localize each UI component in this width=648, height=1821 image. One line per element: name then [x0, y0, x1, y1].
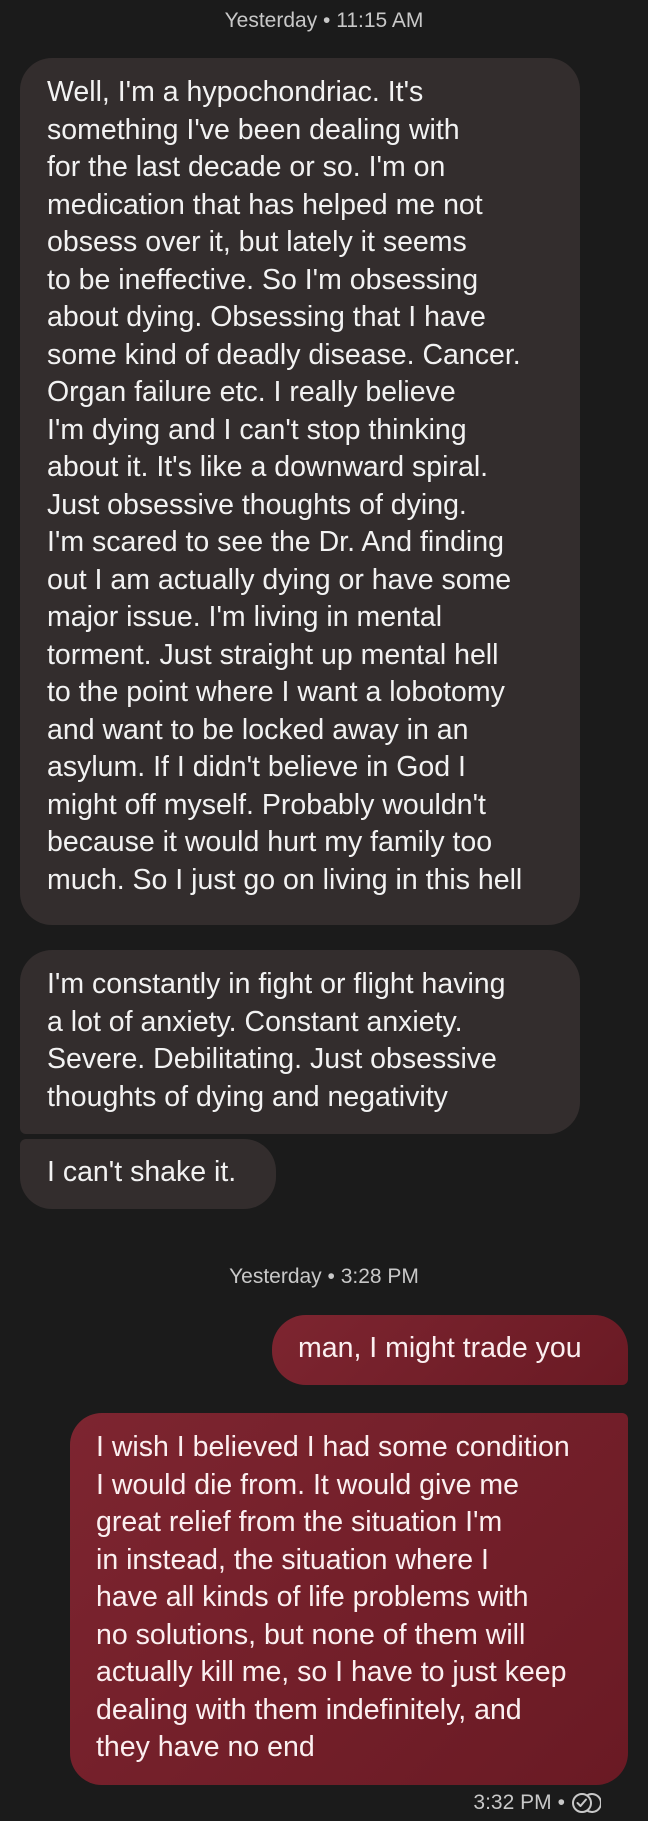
- outgoing-message-bubble[interactable]: I wish I believed I had some condition I…: [70, 1413, 628, 1785]
- outgoing-message-bubble[interactable]: man, I might trade you: [272, 1315, 628, 1385]
- separator-dot: •: [557, 1791, 565, 1814]
- timestamp-yesterday-328: Yesterday • 3:28 PM: [229, 1265, 419, 1288]
- sent-time: 3:32 PM: [473, 1791, 552, 1814]
- read-receipt-icon: [571, 1791, 602, 1815]
- incoming-message-bubble[interactable]: Well, I'm a hypochondriac. It's somethin…: [20, 58, 580, 925]
- timestamp-yesterday-1115: Yesterday • 11:15 AM: [224, 9, 424, 32]
- incoming-message-bubble[interactable]: I can't shake it.: [20, 1139, 276, 1209]
- incoming-message-bubble[interactable]: I'm constantly in fight or flight having…: [20, 950, 580, 1134]
- message-status-row: 3:32 PM •: [473, 1789, 602, 1817]
